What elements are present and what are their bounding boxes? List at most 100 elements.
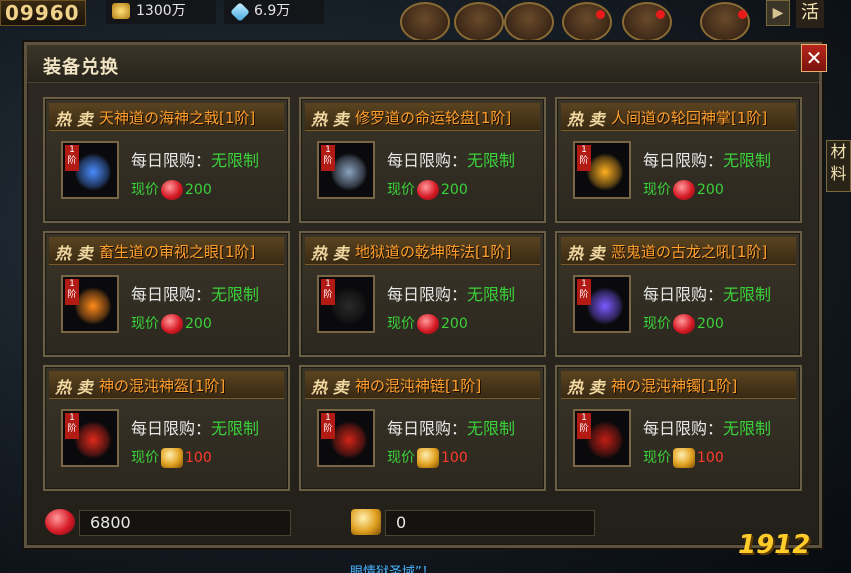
item-thumbnail[interactable]: 1 阶 [61, 141, 119, 199]
daily-limit-value: 无限制 [723, 419, 772, 438]
price-row: 现价 100 [131, 447, 212, 468]
daily-limit: 每日限购：无限制 [387, 415, 515, 439]
tier-badge: 1 阶 [321, 145, 335, 171]
blue-orb-icon[interactable] [562, 2, 612, 42]
exchange-item-card[interactable]: 热 卖地狱道の乾坤阵法[1阶] 1 阶 每日限购：无限制 现价 200 [299, 231, 546, 357]
item-thumbnail[interactable]: 1 阶 [573, 275, 631, 333]
hot-sale-label: 热 卖 [55, 244, 93, 263]
price-row: 现价 200 [131, 179, 212, 200]
item-thumbnail[interactable]: 1 阶 [573, 141, 631, 199]
daily-limit-value: 无限制 [723, 151, 772, 170]
warrior-icon[interactable] [504, 2, 554, 42]
treasure-chest-icon[interactable] [400, 2, 450, 42]
exchange-item-card[interactable]: 热 卖恶鬼道の古龙之吼[1阶] 1 阶 每日限购：无限制 现价 200 [555, 231, 802, 357]
exchange-item-card[interactable]: 热 卖畜生道の审视之眼[1阶] 1 阶 每日限购：无限制 现价 200 [43, 231, 290, 357]
daily-limit-value: 无限制 [211, 151, 260, 170]
item-name: 神の混沌神镯[1阶] [611, 377, 738, 395]
eye-icon [75, 287, 111, 325]
exchange-item-card[interactable]: 热 卖神の混沌神镯[1阶] 1 阶 每日限购：无限制 现价 100 [555, 365, 802, 491]
gold-gem-icon [351, 509, 381, 535]
diamond-resource: 6.9万 [224, 0, 324, 24]
panel-header: 装备兑换 [27, 45, 819, 83]
price-value: 200 [185, 182, 212, 198]
item-name: 天神道の海神之戟[1阶] [99, 109, 256, 127]
tier-badge: 1 阶 [577, 279, 591, 305]
red-gem-icon [673, 180, 695, 200]
hot-sale-label: 热 卖 [567, 110, 605, 129]
exchange-item-card[interactable]: 热 卖神の混沌神盔[1阶] 1 阶 每日限购：无限制 现价 100 [43, 365, 290, 491]
daily-limit-value: 无限制 [211, 285, 260, 304]
price-label: 现价 [131, 316, 159, 332]
item-name: 恶鬼道の古龙之吼[1阶] [611, 243, 768, 261]
card-header: 热 卖天神道の海神之戟[1阶] [49, 103, 284, 131]
trident-icon [75, 153, 111, 191]
materials-tab[interactable]: 材料 [826, 140, 851, 192]
price-row: 现价 200 [131, 313, 212, 334]
price-value: 200 [185, 316, 212, 332]
price-label: 现价 [131, 450, 159, 466]
guan-yu-icon[interactable] [454, 2, 504, 42]
tier-badge: 1 阶 [577, 413, 591, 439]
card-header: 热 卖神の混沌神镯[1阶] [561, 371, 796, 399]
coin-pile-icon[interactable] [622, 2, 672, 42]
hot-sale-label: 热 卖 [311, 378, 349, 397]
tier-badge: 1 阶 [321, 413, 335, 439]
item-thumbnail[interactable]: 1 阶 [573, 409, 631, 467]
diamond-amount: 6.9万 [254, 3, 291, 19]
hot-sale-label: 热 卖 [311, 244, 349, 263]
item-thumbnail[interactable]: 1 阶 [317, 141, 375, 199]
price-label: 现价 [643, 450, 671, 466]
item-thumbnail[interactable]: 1 阶 [61, 275, 119, 333]
daily-limit-label: 每日限购： [643, 151, 724, 170]
formation-icon [331, 287, 367, 325]
daily-limit-label: 每日限购： [131, 151, 212, 170]
activity-button[interactable]: 活 [796, 0, 824, 28]
balance-footer: 6800 0 [39, 503, 809, 541]
daily-limit: 每日限购：无限制 [131, 147, 259, 171]
daily-limit: 每日限购：无限制 [387, 147, 515, 171]
exchange-item-card[interactable]: 热 卖人间道の轮回神掌[1阶] 1 阶 每日限购：无限制 现价 200 [555, 97, 802, 223]
expand-arrow-button[interactable]: ▶ [766, 0, 790, 26]
equipment-exchange-panel: 装备兑换 热 卖天神道の海神之戟[1阶] 1 阶每日限购：无限制 现价 200 热 卖修… [24, 42, 822, 548]
card-header: 热 卖地狱道の乾坤阵法[1阶] [305, 237, 540, 265]
exchange-item-card[interactable]: 热 卖神の混沌神链[1阶] 1 阶 每日限购：无限制 现价 100 [299, 365, 546, 491]
daily-limit: 每日限购：无限制 [643, 147, 771, 171]
daily-limit-value: 无限制 [467, 419, 516, 438]
item-grid: 热 卖天神道の海神之戟[1阶] 1 阶每日限购：无限制 现价 200 热 卖修罗道の命运… [43, 97, 803, 497]
site-logo: 1912 [738, 530, 811, 560]
price-row: 现价 200 [387, 313, 468, 334]
hot-sale-label: 热 卖 [567, 244, 605, 263]
helmet-icon [75, 421, 111, 459]
card-header: 热 卖恶鬼道の古龙之吼[1阶] [561, 237, 796, 265]
price-value: 200 [441, 182, 468, 198]
gold-gem-icon [673, 448, 695, 468]
red-gem-icon [417, 314, 439, 334]
exchange-item-card[interactable]: 热 卖天神道の海神之戟[1阶] 1 阶 每日限购：无限制 现价 200 [43, 97, 290, 223]
notification-dot [656, 10, 665, 19]
tier-badge: 1 阶 [65, 279, 79, 305]
price-row: 现价 200 [387, 179, 468, 200]
scroll-icon[interactable] [700, 2, 750, 42]
card-header: 热 卖神の混沌神盔[1阶] [49, 371, 284, 399]
daily-limit-label: 每日限购： [131, 285, 212, 304]
daily-limit-value: 无限制 [723, 285, 772, 304]
close-button[interactable]: ✕ [801, 44, 827, 72]
price-value: 200 [697, 182, 724, 198]
exchange-item-card[interactable]: 热 卖修罗道の命运轮盘[1阶] 1 阶 每日限购：无限制 现价 200 [299, 97, 546, 223]
dragon-icon [587, 287, 623, 325]
daily-limit-label: 每日限购： [387, 151, 468, 170]
item-name: 人间道の轮回神掌[1阶] [611, 109, 768, 127]
hot-sale-label: 热 卖 [567, 378, 605, 397]
gold-gem-amount: 0 [385, 510, 595, 536]
daily-limit-label: 每日限购： [387, 285, 468, 304]
red-gem-icon [417, 180, 439, 200]
notification-dot [738, 10, 747, 19]
red-gem-amount: 6800 [79, 510, 291, 536]
panel-title: 装备兑换 [43, 57, 119, 78]
daily-limit-value: 无限制 [211, 419, 260, 438]
item-thumbnail[interactable]: 1 阶 [317, 275, 375, 333]
item-thumbnail[interactable]: 1 阶 [61, 409, 119, 467]
item-thumbnail[interactable]: 1 阶 [317, 409, 375, 467]
notification-dot [596, 10, 605, 19]
tier-badge: 1 阶 [577, 145, 591, 171]
